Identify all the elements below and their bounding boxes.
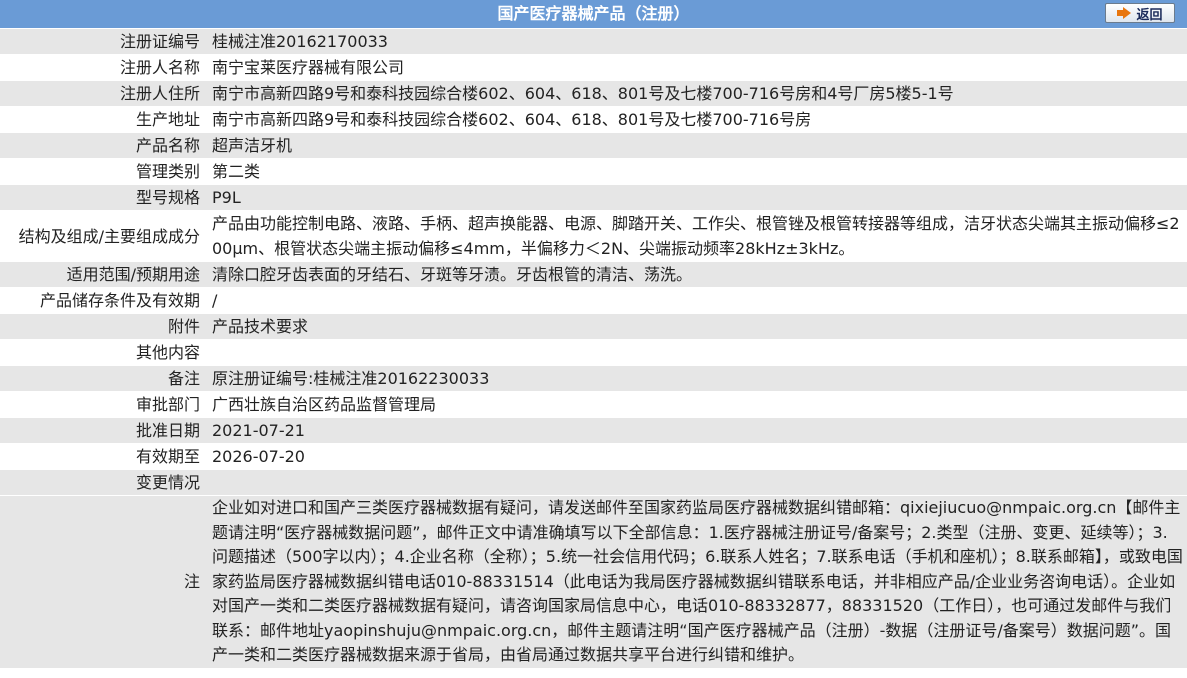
table-row: 注册人名称 南宁宝莱医疗器械有限公司	[0, 54, 1187, 81]
table-row: 型号规格 P9L	[0, 184, 1187, 211]
row-label: 注	[0, 495, 204, 669]
back-button-label: 返回	[1136, 7, 1163, 23]
row-value: 第二类	[204, 158, 1187, 185]
row-label: 产品名称	[0, 132, 204, 159]
row-label: 注册证编号	[0, 29, 204, 55]
row-value: 2021-07-21	[204, 417, 1187, 444]
row-value: P9L	[204, 184, 1187, 211]
row-label: 管理类别	[0, 158, 204, 185]
row-label: 适用范围/预期用途	[0, 261, 204, 288]
row-label: 备注	[0, 365, 204, 392]
row-value: 南宁市高新四路9号和泰科技园综合楼602、604、618、801号及七楼700-…	[204, 106, 1187, 133]
row-value: 桂械注准20162170033	[204, 29, 1187, 55]
table-row: 备注 原注册证编号:桂械注准20162230033	[0, 365, 1187, 392]
row-label: 变更情况	[0, 469, 204, 496]
arrow-right-icon	[1117, 7, 1132, 19]
back-button[interactable]: 返回	[1105, 3, 1175, 23]
row-value: 南宁宝莱医疗器械有限公司	[204, 54, 1187, 81]
table-row: 其他内容	[0, 339, 1187, 366]
row-label: 其他内容	[0, 339, 204, 366]
row-value: 南宁市高新四路9号和泰科技园综合楼602、604、618、801号及七楼700-…	[204, 80, 1187, 107]
table-row: 产品名称 超声洁牙机	[0, 132, 1187, 159]
row-value: 产品技术要求	[204, 313, 1187, 340]
row-value: 原注册证编号:桂械注准20162230033	[204, 365, 1187, 392]
row-label: 结构及组成/主要组成成分	[0, 210, 204, 262]
row-value: 2026-07-20	[204, 443, 1187, 470]
row-label: 有效期至	[0, 443, 204, 470]
row-label: 批准日期	[0, 417, 204, 444]
row-value	[204, 469, 1187, 496]
row-value: /	[204, 287, 1187, 314]
row-label: 注册人名称	[0, 54, 204, 81]
table-row: 变更情况	[0, 469, 1187, 496]
row-value: 清除口腔牙齿表面的牙结石、牙斑等牙渍。牙齿根管的清洁、荡洗。	[204, 261, 1187, 288]
row-label: 型号规格	[0, 184, 204, 211]
table-row: 注册证编号 桂械注准20162170033	[0, 29, 1187, 55]
row-label: 生产地址	[0, 106, 204, 133]
table-row: 附件 产品技术要求	[0, 313, 1187, 340]
page-header: 国产医疗器械产品（注册） 返回	[0, 0, 1187, 29]
row-label: 产品储存条件及有效期	[0, 287, 204, 314]
table-row: 产品储存条件及有效期 /	[0, 287, 1187, 314]
table-row: 审批部门 广西壮族自治区药品监督管理局	[0, 391, 1187, 418]
table-row: 生产地址 南宁市高新四路9号和泰科技园综合楼602、604、618、801号及七…	[0, 106, 1187, 133]
table-row: 注册人住所 南宁市高新四路9号和泰科技园综合楼602、604、618、801号及…	[0, 80, 1187, 107]
row-value: 产品由功能控制电路、液路、手柄、超声换能器、电源、脚踏开关、工作尖、根管锉及根管…	[204, 210, 1187, 262]
row-label: 审批部门	[0, 391, 204, 418]
table-row: 结构及组成/主要组成成分 产品由功能控制电路、液路、手柄、超声换能器、电源、脚踏…	[0, 210, 1187, 262]
detail-page: 国产医疗器械产品（注册） 返回 注册证编号 桂械注准20162170033 注册…	[0, 0, 1187, 678]
table-row: 适用范围/预期用途 清除口腔牙齿表面的牙结石、牙斑等牙渍。牙齿根管的清洁、荡洗。	[0, 261, 1187, 288]
page-title: 国产医疗器械产品（注册）	[497, 4, 690, 23]
table-row: 有效期至 2026-07-20	[0, 443, 1187, 470]
row-value	[204, 339, 1187, 366]
row-value: 广西壮族自治区药品监督管理局	[204, 391, 1187, 418]
table-row: 注 企业如对进口和国产三类医疗器械数据有疑问，请发送邮件至国家药监局医疗器械数据…	[0, 495, 1187, 669]
detail-table: 注册证编号 桂械注准20162170033 注册人名称 南宁宝莱医疗器械有限公司…	[0, 29, 1187, 669]
row-value: 超声洁牙机	[204, 132, 1187, 159]
note-text: 企业如对进口和国产三类医疗器械数据有疑问，请发送邮件至国家药监局医疗器械数据纠错…	[204, 495, 1187, 669]
table-row: 管理类别 第二类	[0, 158, 1187, 185]
table-row: 批准日期 2021-07-21	[0, 417, 1187, 444]
row-label: 注册人住所	[0, 80, 204, 107]
row-label: 附件	[0, 313, 204, 340]
